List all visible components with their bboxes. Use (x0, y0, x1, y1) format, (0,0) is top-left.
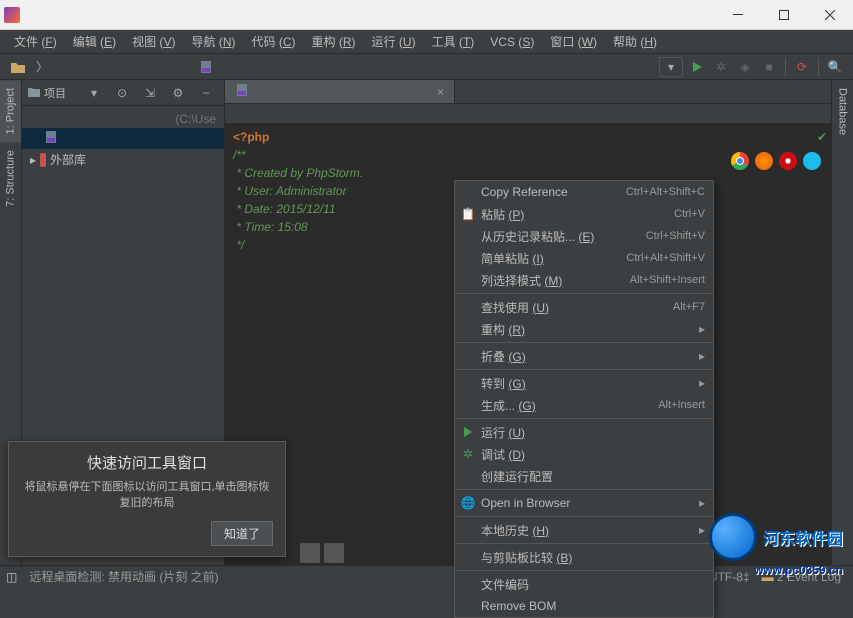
ctx-copy-reference[interactable]: Copy ReferenceCtrl+Alt+Shift+C (455, 181, 713, 203)
opera-icon[interactable] (779, 152, 797, 170)
update-button[interactable]: ⟳ (792, 57, 812, 77)
tool-windows-toggle-icon[interactable]: ◫ (6, 570, 17, 584)
firefox-icon[interactable] (755, 152, 773, 170)
ctx-goto[interactable]: 转到 (G)▸ (455, 372, 713, 394)
status-message: 远程桌面检测: 禁用动画 (片刻 之前) (23, 568, 224, 585)
php-file-icon (235, 83, 249, 100)
menu-file[interactable]: 文件 (F) (6, 31, 65, 52)
ie-icon[interactable] (803, 152, 821, 170)
ctx-local-history[interactable]: 本地历史 (H)▸ (455, 519, 713, 541)
coverage-button[interactable]: ◈ (735, 57, 755, 77)
tree-item-external-libs[interactable]: ▸ 外部库 (22, 149, 224, 170)
hide-icon[interactable]: − (196, 83, 216, 103)
run-icon (460, 424, 476, 440)
menu-code[interactable]: 代码 (C) (243, 31, 303, 52)
ctx-fold[interactable]: 折叠 (G)▸ (455, 345, 713, 367)
ctx-paste[interactable]: 📋粘贴 (P)Ctrl+V (455, 203, 713, 225)
menu-navigate[interactable]: 导航 (N) (183, 31, 243, 52)
ctx-find-usages[interactable]: 查找使用 (U)Alt+F7 (455, 296, 713, 318)
submenu-arrow-icon: ▸ (699, 523, 705, 537)
maximize-button[interactable] (761, 0, 807, 30)
paste-icon: 📋 (460, 206, 476, 222)
globe-icon: 🌐 (460, 495, 476, 511)
tip-text: 将鼠标悬停在下面图标以访问工具窗口,单击图标恢复旧的布局 (21, 479, 273, 511)
stop-button[interactable]: ■ (759, 57, 779, 77)
code-line: <?php (233, 128, 823, 146)
menu-run[interactable]: 运行 (U) (364, 31, 424, 52)
watermark-logo-icon (709, 513, 757, 561)
close-tab-icon[interactable]: × (437, 85, 444, 99)
submenu-arrow-icon: ▸ (699, 376, 705, 390)
tip-title: 快速访问工具窗口 (21, 452, 273, 473)
ctx-paste-simple[interactable]: 简单粘贴 (I)Ctrl+Alt+Shift+V (455, 247, 713, 269)
debug-icon: ✲ (460, 446, 476, 462)
php-file-icon (44, 130, 58, 147)
collapse-all-icon[interactable]: ⇲ (140, 83, 160, 103)
minimize-button[interactable] (715, 0, 761, 30)
submenu-arrow-icon: ▸ (699, 322, 705, 336)
chevron-right-icon: 〉 (32, 57, 52, 77)
ctx-generate[interactable]: 生成... (G)Alt+Insert (455, 394, 713, 416)
navigation-toolbar: 〉 ▾ ✲ ◈ ■ ⟳ 🔍 (0, 54, 853, 80)
watermark: 河东软件园 www.pc0359.cn (709, 513, 843, 561)
menu-refactor[interactable]: 重构 (R) (304, 31, 364, 52)
ctx-paste-history[interactable]: 从历史记录粘贴... (E)Ctrl+Shift+V (455, 225, 713, 247)
chevron-down-icon[interactable]: ▾ (84, 83, 104, 103)
library-icon (40, 153, 46, 167)
tool-window-project[interactable]: 1: Project (0, 80, 21, 142)
run-button[interactable] (687, 57, 707, 77)
ctx-open-browser[interactable]: 🌐Open in Browser▸ (455, 492, 713, 514)
folder-icon (28, 86, 40, 100)
ctx-remove-bom[interactable]: Remove BOM (455, 595, 713, 617)
tree-label: 外部库 (50, 151, 86, 168)
run-config-selector[interactable]: ▾ (659, 57, 683, 77)
editor-tab[interactable]: × (225, 80, 455, 103)
menu-help[interactable]: 帮助 (H) (605, 31, 665, 52)
gear-icon[interactable]: ⚙ (168, 83, 188, 103)
chevron-right-icon: ▸ (30, 153, 36, 167)
ctx-refactor[interactable]: 重构 (R)▸ (455, 318, 713, 340)
debug-button[interactable]: ✲ (711, 57, 731, 77)
todo-tool-icon[interactable] (324, 543, 344, 563)
ctx-create-config[interactable]: 创建运行配置 (455, 465, 713, 487)
submenu-arrow-icon: ▸ (699, 496, 705, 510)
ctx-debug[interactable]: ✲调试 (D) (455, 443, 713, 465)
close-button[interactable] (807, 0, 853, 30)
menu-vcs[interactable]: VCS (S) (482, 33, 542, 51)
statusbar: ◫ 远程桌面检测: 禁用动画 (片刻 之前) RLF‡ UTF-8‡ ▬ 2 E… (0, 565, 853, 587)
ctx-run[interactable]: 运行 (U) (455, 421, 713, 443)
terminal-tool-icon[interactable] (300, 543, 320, 563)
menu-edit[interactable]: 编辑 (E) (65, 31, 124, 52)
ctx-column-select[interactable]: 列选择模式 (M)Alt+Shift+Insert (455, 269, 713, 291)
watermark-url: www.pc0359.cn (754, 563, 843, 577)
submenu-arrow-icon: ▸ (699, 349, 705, 363)
editor-context-menu: Copy ReferenceCtrl+Alt+Shift+C 📋粘贴 (P)Ct… (454, 180, 714, 618)
file-icon[interactable] (196, 57, 216, 77)
project-folder-icon[interactable] (8, 57, 28, 77)
ctx-compare-clipboard[interactable]: 与剪贴板比较 (B) (455, 546, 713, 568)
tool-window-database[interactable]: Database (832, 80, 853, 143)
right-tool-window-tabs: Database (831, 80, 853, 565)
project-path-label: (C:\Use (22, 110, 224, 128)
tool-window-tip-balloon: 快速访问工具窗口 将鼠标悬停在下面图标以访问工具窗口,单击图标恢复旧的布局 知道… (8, 441, 286, 557)
tip-ok-button[interactable]: 知道了 (211, 521, 273, 546)
scroll-from-source-icon[interactable]: ⊙ (112, 83, 132, 103)
menubar: 文件 (F) 编辑 (E) 视图 (V) 导航 (N) 代码 (C) 重构 (R… (0, 30, 853, 54)
bottom-tool-window-icons (300, 543, 344, 563)
inspection-ok-icon[interactable]: ✔ (817, 128, 827, 146)
menu-tools[interactable]: 工具 (T) (424, 31, 483, 52)
watermark-text: 河东软件园 (763, 525, 843, 549)
ctx-file-encoding[interactable]: 文件编码 (455, 573, 713, 595)
menu-view[interactable]: 视图 (V) (124, 31, 183, 52)
search-everywhere-button[interactable]: 🔍 (825, 57, 845, 77)
breadcrumb[interactable] (225, 104, 831, 124)
menu-window[interactable]: 窗口 (W) (542, 31, 605, 52)
chrome-icon[interactable] (731, 152, 749, 170)
tool-window-structure[interactable]: 7: Structure (0, 142, 21, 215)
panel-title: 项目 (44, 85, 78, 101)
app-icon (4, 7, 20, 23)
tree-item-file[interactable] (22, 128, 224, 149)
